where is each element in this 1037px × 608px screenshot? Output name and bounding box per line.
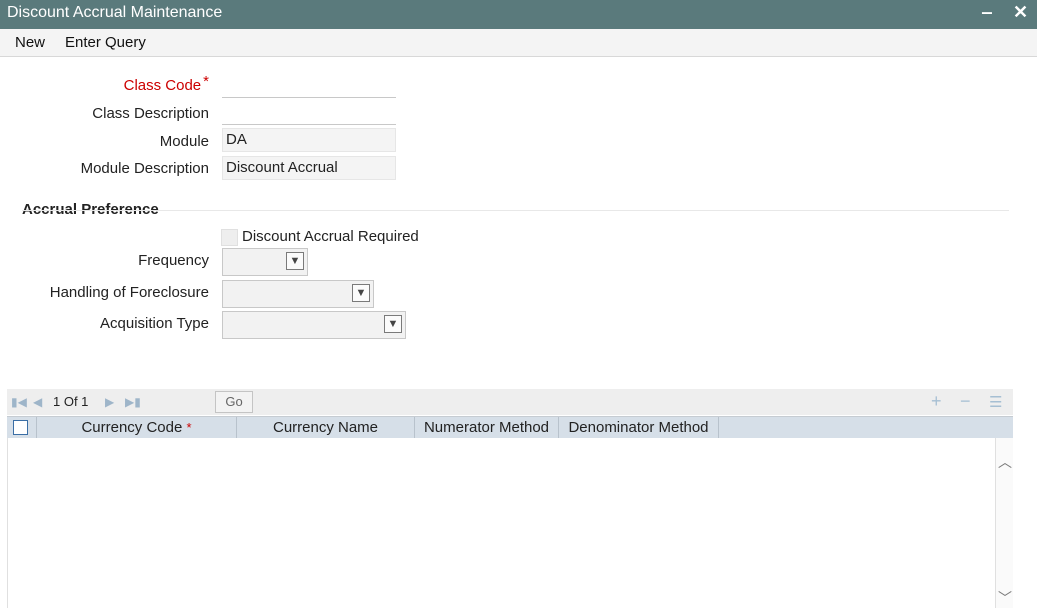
select-all-cell: [7, 417, 37, 439]
chevron-up-icon[interactable]: ︿: [998, 452, 1012, 472]
grid-body: [7, 438, 1014, 608]
column-header-denominator-method[interactable]: Denominator Method: [559, 417, 719, 439]
minus-icon[interactable]: −: [960, 391, 971, 412]
select-all-checkbox[interactable]: [13, 420, 28, 435]
first-page-icon[interactable]: ▮◀: [11, 395, 27, 409]
discount-accrual-required-checkbox[interactable]: [221, 229, 238, 246]
new-button[interactable]: New: [15, 34, 45, 51]
class-description-label: Class Description: [92, 105, 209, 122]
module-description-label: Module Description: [80, 160, 209, 177]
module-label: Module: [159, 133, 209, 150]
prev-page-icon[interactable]: ◀: [33, 395, 42, 409]
vertical-scrollbar[interactable]: ︿ ﹀: [995, 438, 1013, 608]
close-icon[interactable]: ✕: [1013, 2, 1028, 23]
column-header-currency-code[interactable]: Currency Code *: [37, 417, 237, 439]
module-description-field: Discount Accrual: [222, 156, 396, 180]
class-code-input[interactable]: [222, 71, 396, 98]
class-code-label: Class Code *: [9, 73, 209, 94]
column-header-currency-name[interactable]: Currency Name: [237, 417, 415, 439]
window-title: Discount Accrual Maintenance: [7, 4, 223, 21]
class-code-label-text: Class Code: [123, 77, 202, 94]
frequency-select[interactable]: ▼: [222, 248, 308, 276]
grid-header: Currency Code * Currency Name Numerator …: [7, 416, 1013, 439]
grid-toolbar: ▮◀ ◀ 1 Of 1 ▶ ▶▮ + − ☰: [7, 389, 1013, 415]
go-button[interactable]: Go: [215, 391, 253, 413]
acquisition-type-label: Acquisition Type: [100, 315, 209, 332]
plus-icon[interactable]: +: [931, 391, 942, 412]
currency-code-header-text: Currency Code: [81, 419, 183, 436]
handling-of-foreclosure-label: Handling of Foreclosure: [49, 284, 209, 301]
section-divider: [22, 210, 1009, 211]
frequency-label: Frequency: [138, 252, 209, 269]
required-asterisk: *: [203, 73, 209, 90]
menu-bar: New Enter Query: [0, 29, 1037, 57]
class-description-input[interactable]: [222, 98, 396, 125]
acquisition-type-select[interactable]: ▼: [222, 311, 406, 339]
chevron-down-icon[interactable]: ▼: [286, 252, 304, 270]
title-bar: Discount Accrual Maintenance ‒ ✕: [0, 0, 1037, 29]
list-icon[interactable]: ☰: [989, 393, 1002, 411]
minimize-icon[interactable]: ‒: [982, 2, 992, 23]
chevron-down-icon[interactable]: ▼: [384, 315, 402, 333]
required-asterisk: *: [186, 420, 192, 435]
column-header-numerator-method[interactable]: Numerator Method: [415, 417, 559, 439]
module-field: DA: [222, 128, 396, 152]
handling-of-foreclosure-select[interactable]: ▼: [222, 280, 374, 308]
enter-query-button[interactable]: Enter Query: [65, 34, 146, 51]
chevron-down-icon[interactable]: ﹀: [998, 588, 1012, 608]
pagination-text: 1 Of 1: [53, 394, 89, 409]
discount-accrual-required-label: Discount Accrual Required: [242, 228, 419, 245]
last-page-icon[interactable]: ▶▮: [125, 395, 141, 409]
next-page-icon[interactable]: ▶: [105, 395, 114, 409]
chevron-down-icon[interactable]: ▼: [352, 284, 370, 302]
